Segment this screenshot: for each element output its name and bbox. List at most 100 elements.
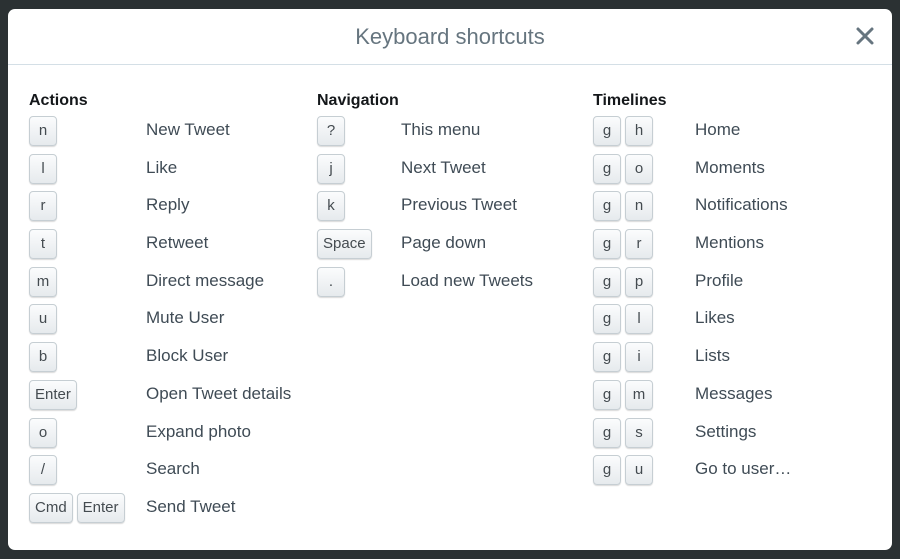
shortcut-row: Cmd Enter Send Tweet (29, 489, 235, 527)
shortcut-description: Previous Tweet (401, 195, 517, 215)
key-cap: g (593, 153, 621, 184)
key-cap: Space (317, 229, 372, 260)
shortcut-description: Next Tweet (401, 157, 486, 177)
key-cap: m (625, 379, 653, 410)
close-icon (856, 27, 874, 45)
key-cap: t (29, 229, 57, 260)
shortcut-keys: n (29, 116, 57, 146)
shortcut-description: Settings (695, 421, 757, 441)
shortcut-description: Messages (695, 383, 773, 403)
key-cap: k (317, 191, 345, 222)
shortcut-keys: ? (317, 116, 345, 146)
key-cap: g (593, 342, 621, 373)
key-cap: n (29, 116, 57, 146)
key-cap: h (625, 116, 653, 146)
shortcut-keys: r (29, 191, 57, 222)
section-actions: Actions n New Tweet l Like r Reply t Retweet m Di… (29, 91, 291, 527)
shortcut-row: r Reply (29, 187, 189, 225)
shortcut-description: Home (695, 120, 741, 139)
shortcut-keys: / (29, 455, 57, 486)
shortcut-description: This menu (401, 120, 481, 139)
key-cap: g (593, 191, 621, 222)
shortcut-keys: Space (317, 229, 372, 260)
shortcut-description: Likes (695, 308, 735, 328)
key-cap: g (593, 455, 621, 486)
shortcut-keys: Enter (29, 379, 77, 410)
key-cap: p (625, 266, 653, 297)
shortcut-description: Like (146, 157, 178, 177)
key-cap: n (625, 191, 653, 222)
shortcut-row: g h Home (593, 112, 740, 150)
section-timelines: Timelines g h Home g o Moments g n Notifications… (593, 91, 791, 489)
key-cap: l (625, 304, 653, 335)
shortcut-list: ? This menu j Next Tweet k Previous Tweet Spac… (317, 112, 533, 300)
key-cap: r (625, 229, 653, 260)
close-button[interactable] (854, 25, 876, 47)
shortcut-row: g r Mentions (593, 225, 764, 263)
shortcut-description: Load new Tweets (401, 270, 533, 290)
shortcut-description: Direct message (146, 270, 265, 290)
shortcut-row: k Previous Tweet (317, 187, 517, 225)
modal-header: Keyboard shortcuts (8, 9, 892, 65)
shortcut-description: Notifications (695, 195, 788, 215)
shortcut-row: g m Messages (593, 376, 772, 414)
key-cap: g (593, 229, 621, 260)
key-cap: r (29, 191, 57, 222)
shortcut-row: o Expand photo (29, 414, 251, 452)
shortcut-row: b Block User (29, 338, 228, 376)
shortcut-keys: k (317, 191, 345, 222)
shortcut-row: g s Settings (593, 414, 756, 452)
shortcut-keys: o (29, 417, 57, 448)
shortcut-row: / Search (29, 451, 200, 489)
shortcut-keys: gs (593, 417, 653, 448)
key-cap: Enter (29, 379, 77, 410)
shortcut-keys: gl (593, 304, 653, 335)
shortcut-description: Expand photo (146, 421, 251, 441)
key-cap: Cmd (29, 492, 73, 523)
shortcut-row: Space Page down (317, 225, 486, 263)
shortcut-keys: gm (593, 379, 653, 410)
shortcut-row: g n Notifications (593, 187, 788, 225)
shortcut-description: Moments (695, 157, 765, 177)
shortcut-description: Retweet (146, 233, 209, 253)
shortcut-description: New Tweet (146, 120, 230, 139)
key-cap: g (593, 417, 621, 448)
section-navigation: Navigation ? This menu j Next Tweet k Previou… (317, 91, 533, 300)
shortcut-description: Go to user… (695, 459, 792, 479)
shortcut-keys: b (29, 342, 57, 373)
shortcut-keys: u (29, 304, 57, 335)
shortcut-row: m Direct message (29, 263, 264, 301)
key-cap: . (317, 266, 345, 297)
shortcut-description: Open Tweet details (146, 383, 292, 403)
shortcut-keys: l (29, 153, 57, 184)
key-cap: m (29, 266, 57, 297)
shortcut-row: ? This menu (317, 112, 480, 150)
shortcut-list: n New Tweet l Like r Reply t Retweet m Direct mes… (29, 112, 291, 527)
section-title: Actions (29, 92, 88, 109)
shortcut-row: Enter Open Tweet details (29, 376, 291, 414)
shortcut-keys: gu (593, 455, 653, 486)
key-cap: ? (317, 116, 345, 146)
shortcut-row: g o Moments (593, 150, 765, 188)
shortcut-description: Reply (146, 195, 190, 215)
key-cap: g (593, 304, 621, 335)
key-cap: j (317, 153, 345, 184)
shortcut-row: t Retweet (29, 225, 208, 263)
shortcut-keys: gh (593, 116, 653, 146)
shortcut-keys: gp (593, 266, 653, 297)
modal-title: Keyboard shortcuts (355, 24, 545, 49)
shortcut-description: Mute User (146, 308, 225, 328)
section-title: Navigation (317, 92, 399, 109)
shortcut-description: Search (146, 459, 200, 479)
key-cap: s (625, 417, 653, 448)
shortcut-row: g p Profile (593, 263, 743, 301)
shortcut-description: Lists (695, 346, 730, 366)
keyboard-shortcuts-modal: Keyboard shortcuts Actions n New Tweet l Li… (8, 9, 892, 550)
shortcut-row: u Mute User (29, 300, 224, 338)
shortcut-description: Send Tweet (146, 496, 236, 516)
key-cap: i (625, 342, 653, 373)
key-cap: Enter (76, 492, 125, 523)
shortcut-keys: j (317, 153, 345, 184)
shortcut-description: Mentions (695, 233, 764, 253)
shortcut-description: Block User (146, 346, 229, 366)
